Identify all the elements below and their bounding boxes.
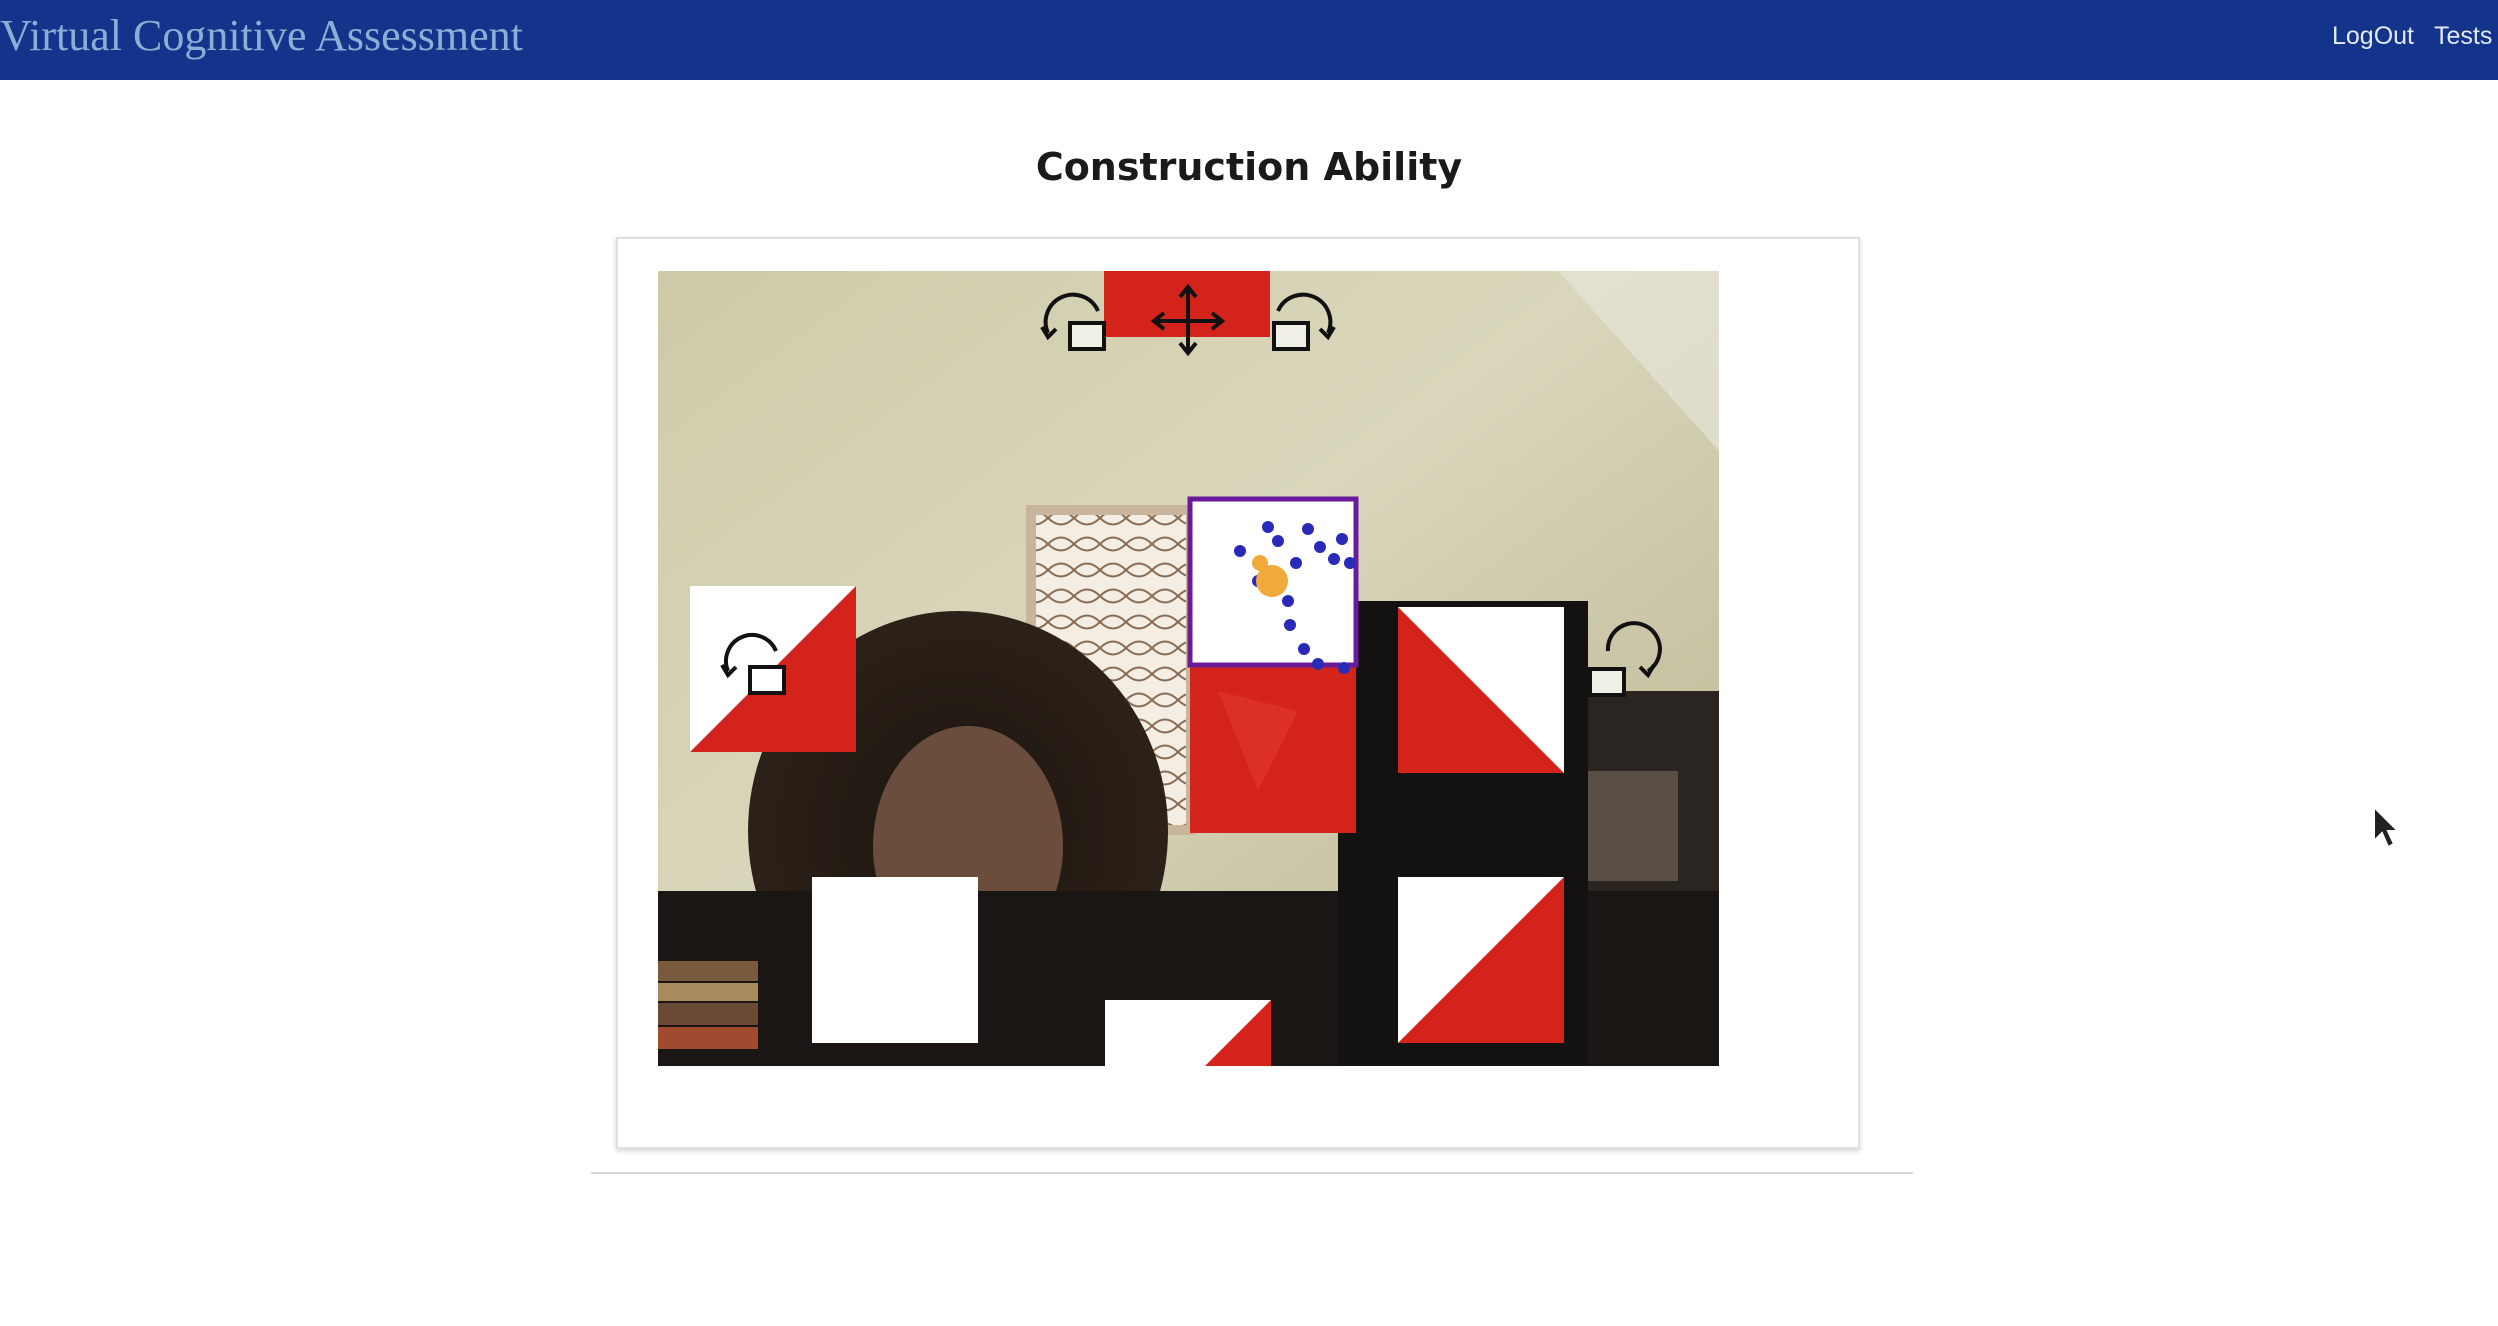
app-title[interactable]: Virtual Cognitive Assessment — [0, 10, 523, 61]
target-block-red[interactable] — [1190, 667, 1356, 833]
block-design-canvas[interactable] — [658, 271, 1719, 1066]
logout-link[interactable]: LogOut — [2332, 22, 2414, 51]
puzzle-block-right[interactable] — [1398, 607, 1564, 773]
puzzle-block-bottom-right[interactable] — [1398, 877, 1564, 1043]
mouse-cursor-icon — [2372, 804, 2401, 856]
divider — [591, 1172, 1913, 1174]
puzzle-block-white[interactable] — [812, 877, 978, 1043]
top-navbar: Virtual Cognitive Assessment LogOut Test… — [0, 0, 2498, 80]
tests-link[interactable]: Tests — [2434, 22, 2492, 51]
puzzle-block-bottom-partial[interactable] — [1105, 1000, 1271, 1066]
page-title: Construction Ability — [1035, 145, 1463, 189]
